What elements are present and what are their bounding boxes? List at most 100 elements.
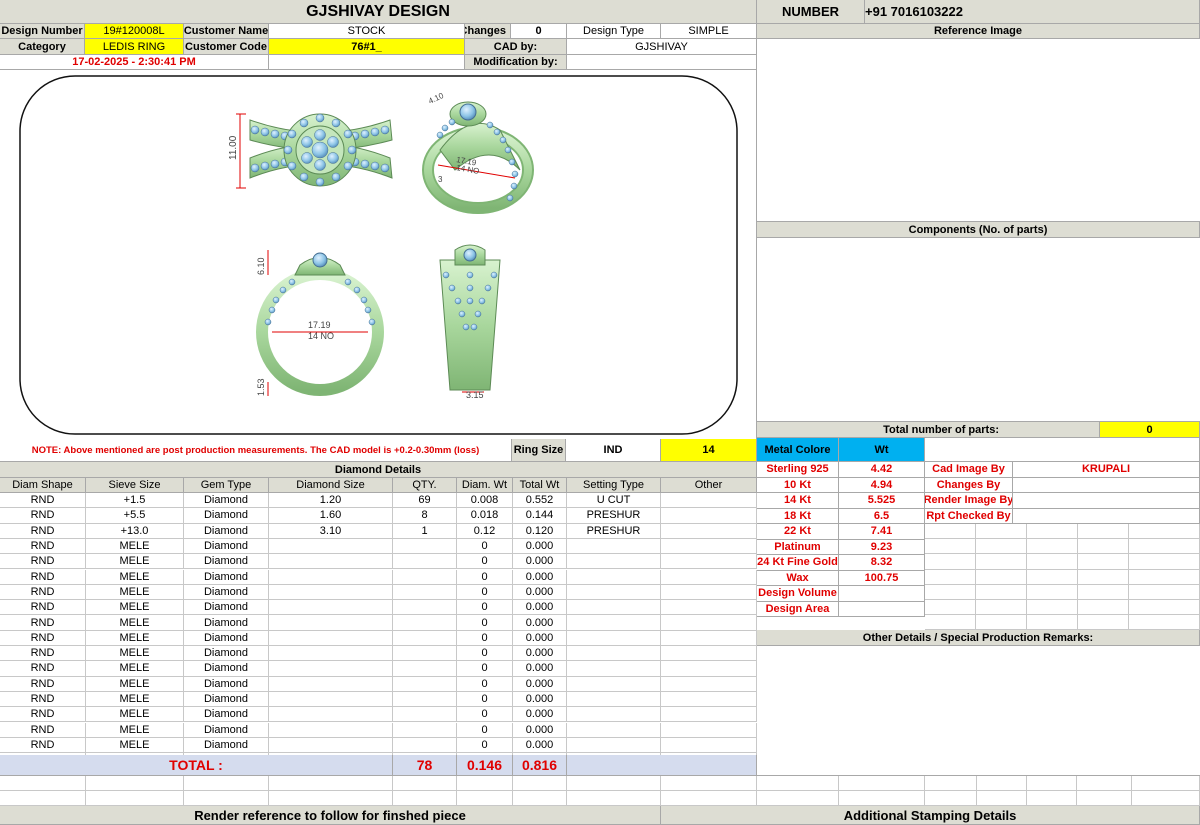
stamp-cell[interactable]	[757, 791, 839, 806]
cad-image-by-value[interactable]: KRUPALI	[1013, 462, 1200, 478]
cell-setting-type[interactable]	[567, 707, 661, 723]
stamp-cell[interactable]	[1027, 776, 1077, 791]
stamp-cell[interactable]	[839, 776, 925, 791]
cell-setting-type[interactable]	[567, 646, 661, 662]
cell-qty[interactable]	[393, 737, 457, 754]
stamp-cell[interactable]	[977, 776, 1027, 791]
cell-setting-type[interactable]	[567, 691, 661, 708]
cell-qty[interactable]	[393, 646, 457, 662]
metal-weight[interactable]: 100.75	[839, 570, 925, 586]
cell-diam-shape[interactable]: RND	[0, 615, 86, 631]
cell-diam-wt[interactable]: 0.018	[457, 508, 513, 524]
cell-setting-type[interactable]	[567, 569, 661, 585]
changes-by-value[interactable]	[1013, 477, 1200, 493]
cell-diam-shape[interactable]: RND	[0, 707, 86, 723]
design-type-value[interactable]: SIMPLE	[661, 24, 757, 39]
cell-sieve-size[interactable]: MELE	[86, 615, 184, 631]
cell-diam-shape[interactable]: RND	[0, 630, 86, 646]
cell-setting-type[interactable]	[567, 661, 661, 677]
cell-qty[interactable]	[393, 676, 457, 692]
cell-qty[interactable]	[393, 615, 457, 631]
stamp-cell[interactable]	[839, 791, 925, 806]
cell-qty[interactable]	[393, 569, 457, 585]
cell-diamond-size[interactable]	[269, 676, 393, 692]
metal-weight[interactable]: 6.5	[839, 508, 925, 524]
ring-size-value[interactable]: 14	[661, 439, 757, 462]
cell-other[interactable]	[661, 554, 757, 570]
cell-diamond-size[interactable]	[269, 554, 393, 570]
cell-diamond-size[interactable]	[269, 615, 393, 631]
cell-diamond-size[interactable]	[269, 646, 393, 662]
cell-total-wt[interactable]: 0.000	[513, 707, 567, 723]
cell-qty[interactable]	[393, 707, 457, 723]
cell-sieve-size[interactable]: MELE	[86, 569, 184, 585]
cell-diam-wt[interactable]: 0	[457, 707, 513, 723]
cell-diamond-size[interactable]: 1.60	[269, 508, 393, 524]
cell-diam-shape[interactable]: RND	[0, 569, 86, 585]
cell-sieve-size[interactable]: +1.5	[86, 493, 184, 509]
cell-total-wt[interactable]: 0.000	[513, 737, 567, 754]
cell-total-wt[interactable]: 0.000	[513, 646, 567, 662]
metal-weight[interactable]: 7.41	[839, 524, 925, 540]
cell-setting-type[interactable]	[567, 630, 661, 646]
cell-diamond-size[interactable]	[269, 538, 393, 555]
cell-total-wt[interactable]: 0.000	[513, 554, 567, 570]
cell-diam-wt[interactable]: 0	[457, 569, 513, 585]
cell-setting-type[interactable]	[567, 584, 661, 601]
customer-code-value[interactable]: 76#1_	[269, 39, 465, 55]
cell-diam-wt[interactable]: 0	[457, 691, 513, 708]
cell-gem-type[interactable]: Diamond	[184, 737, 269, 754]
stamp-cell[interactable]	[1027, 791, 1077, 806]
cell-other[interactable]	[661, 691, 757, 708]
cell-gem-type[interactable]: Diamond	[184, 523, 269, 539]
cell-other[interactable]	[661, 630, 757, 646]
cell-total-wt[interactable]: 0.000	[513, 691, 567, 708]
cell-sieve-size[interactable]: MELE	[86, 646, 184, 662]
stamp-cell[interactable]	[1132, 791, 1200, 806]
cell-diam-shape[interactable]: RND	[0, 661, 86, 677]
cell-diam-shape[interactable]: RND	[0, 538, 86, 555]
cell-diam-shape[interactable]: RND	[0, 493, 86, 509]
cell-total-wt[interactable]: 0.000	[513, 630, 567, 646]
cell-diamond-size[interactable]	[269, 661, 393, 677]
cell-total-wt[interactable]: 0.552	[513, 493, 567, 509]
cell-gem-type[interactable]: Diamond	[184, 646, 269, 662]
cell-gem-type[interactable]: Diamond	[184, 691, 269, 708]
cell-diamond-size[interactable]: 3.10	[269, 523, 393, 539]
cell-setting-type[interactable]	[567, 722, 661, 738]
cell-diamond-size[interactable]	[269, 569, 393, 585]
cell-diam-shape[interactable]: RND	[0, 737, 86, 754]
cell-qty[interactable]	[393, 722, 457, 738]
cell-other[interactable]	[661, 615, 757, 631]
cell-gem-type[interactable]: Diamond	[184, 493, 269, 509]
cell-diam-shape[interactable]: RND	[0, 523, 86, 539]
cell-other[interactable]	[661, 493, 757, 509]
cell-diamond-size[interactable]	[269, 630, 393, 646]
cell-total-wt[interactable]: 0.000	[513, 538, 567, 555]
cell-sieve-size[interactable]: MELE	[86, 707, 184, 723]
stamp-cell[interactable]	[925, 791, 977, 806]
cell-total-wt[interactable]: 0.144	[513, 508, 567, 524]
cell-diam-wt[interactable]: 0	[457, 737, 513, 754]
cell-diam-wt[interactable]: 0	[457, 600, 513, 616]
cell-diam-wt[interactable]: 0	[457, 661, 513, 677]
stamp-cell[interactable]	[757, 776, 839, 791]
cell-diam-shape[interactable]: RND	[0, 584, 86, 601]
cell-diam-wt[interactable]: 0	[457, 630, 513, 646]
cell-gem-type[interactable]: Diamond	[184, 600, 269, 616]
cell-setting-type[interactable]	[567, 538, 661, 555]
cell-sieve-size[interactable]: +13.0	[86, 523, 184, 539]
cell-sieve-size[interactable]: MELE	[86, 584, 184, 601]
design-number-value[interactable]: 19#120008L	[85, 24, 184, 39]
cell-sieve-size[interactable]: +5.5	[86, 508, 184, 524]
cell-sieve-size[interactable]: MELE	[86, 538, 184, 555]
cell-diam-wt[interactable]: 0	[457, 538, 513, 555]
cell-diam-wt[interactable]: 0.008	[457, 493, 513, 509]
cell-diamond-size[interactable]	[269, 722, 393, 738]
cell-other[interactable]	[661, 600, 757, 616]
cell-total-wt[interactable]: 0.120	[513, 523, 567, 539]
cell-diamond-size[interactable]: 1.20	[269, 493, 393, 509]
cell-diam-shape[interactable]: RND	[0, 691, 86, 708]
cell-total-wt[interactable]: 0.000	[513, 661, 567, 677]
metal-weight[interactable]	[839, 601, 925, 617]
